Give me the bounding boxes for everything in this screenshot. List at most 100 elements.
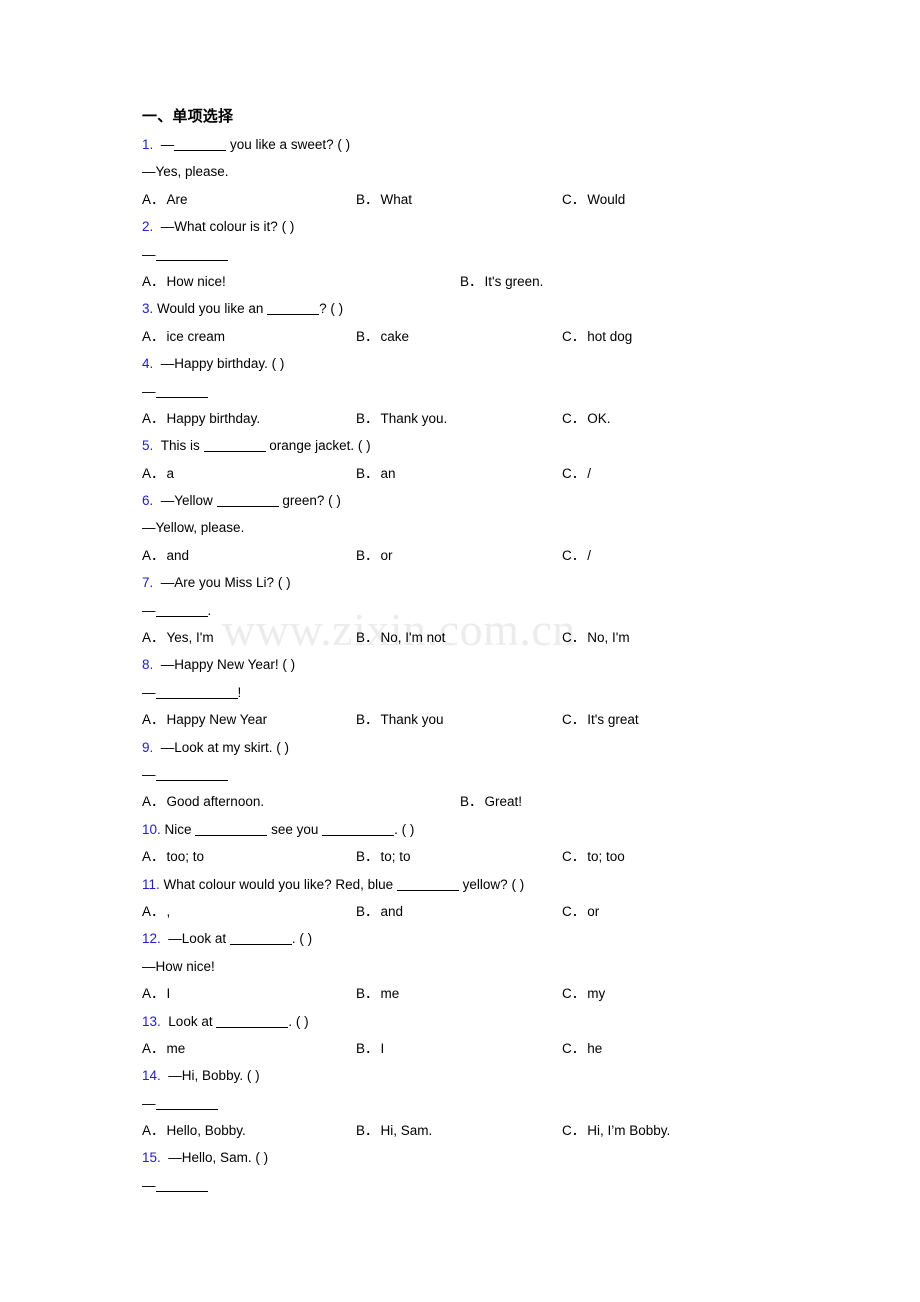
- option-a[interactable]: A． Happy New Year: [142, 706, 267, 733]
- question-number: 10.: [142, 821, 161, 837]
- question-reply: —: [142, 761, 842, 788]
- option-c[interactable]: C． /: [562, 460, 591, 487]
- option-c[interactable]: C． It's great: [562, 706, 639, 733]
- stem-prefix: —Happy birthday. ( ): [160, 356, 285, 372]
- option-b[interactable]: B． or: [356, 542, 393, 569]
- answer-blank: [195, 834, 268, 836]
- options-row: A． Are B． What C． Would: [142, 186, 842, 213]
- option-c-label: C．: [562, 712, 586, 728]
- option-c-label: C．: [562, 986, 586, 1002]
- question-block: 11. What colour would you like? Red, blu…: [142, 871, 842, 926]
- option-b-text: or: [380, 547, 393, 563]
- option-a[interactable]: A． a: [142, 460, 174, 487]
- option-a[interactable]: A．,: [142, 898, 170, 925]
- question-number: 7.: [142, 575, 154, 591]
- stem-prefix: —Look at my skirt. ( ): [160, 739, 290, 755]
- option-b[interactable]: B． an: [356, 460, 396, 487]
- option-b-label: B．: [356, 547, 379, 563]
- option-b-text: Thank you.: [380, 410, 448, 426]
- document-page: www.zixin.com.cn 一、单项选择 1. — you like a …: [0, 0, 920, 1302]
- question-reply: —Yellow, please.: [142, 520, 245, 536]
- option-a-label: A．: [142, 1123, 165, 1139]
- answer-blank: [216, 1026, 289, 1028]
- option-c[interactable]: C． my: [562, 980, 605, 1007]
- option-a[interactable]: A． me: [142, 1035, 185, 1062]
- question-block: 14. —Hi, Bobby. ( ) — A． Hello, Bobby. B．…: [142, 1062, 842, 1144]
- question-number: 5.: [142, 438, 154, 454]
- option-a[interactable]: A． Yes, I'm: [142, 624, 214, 651]
- option-c-label: C．: [562, 1123, 586, 1139]
- options-row: A． ice cream B． cake C． hot dog: [142, 323, 842, 350]
- option-b-text: cake: [380, 328, 410, 344]
- option-a[interactable]: A． ice cream: [142, 323, 225, 350]
- option-c-text: my: [587, 986, 606, 1002]
- stem-suffix: yellow? ( ): [458, 876, 525, 892]
- question-number: 15.: [142, 1150, 161, 1166]
- options-row: A． me B． I C． he: [142, 1035, 842, 1062]
- option-c[interactable]: C． to; too: [562, 843, 625, 870]
- option-b[interactable]: B． Hi, Sam.: [356, 1117, 432, 1144]
- option-b-text: Thank you: [380, 712, 444, 728]
- option-a[interactable]: A． I: [142, 980, 170, 1007]
- option-a-text: Happy birthday.: [166, 410, 261, 426]
- option-b-text: and: [380, 903, 404, 919]
- option-a[interactable]: A． too; to: [142, 843, 204, 870]
- option-a[interactable]: A． Happy birthday.: [142, 405, 260, 432]
- option-a-text: Good afternoon.: [166, 794, 265, 810]
- answer-blank: [203, 451, 266, 453]
- option-a[interactable]: A． Are: [142, 186, 188, 213]
- option-a-label: A．: [142, 903, 165, 919]
- option-b-text: What: [380, 191, 413, 207]
- option-b-text: Hi, Sam.: [380, 1123, 433, 1139]
- option-c[interactable]: C． or: [562, 898, 599, 925]
- option-c[interactable]: C． hot dog: [562, 323, 632, 350]
- option-c[interactable]: C． he: [562, 1035, 602, 1062]
- option-c[interactable]: C． Hi, I’m Bobby.: [562, 1117, 670, 1144]
- option-b[interactable]: B． cake: [356, 323, 409, 350]
- options-row: A． How nice! B． It's green.: [142, 268, 842, 295]
- option-b[interactable]: B． Great!: [460, 788, 522, 815]
- option-c[interactable]: C． Would: [562, 186, 625, 213]
- option-b[interactable]: B． What: [356, 186, 412, 213]
- option-a-label: A．: [142, 794, 165, 810]
- option-a[interactable]: A． Hello, Bobby.: [142, 1117, 246, 1144]
- option-b-text: No, I'm not: [380, 630, 446, 646]
- question-block: 10. Nice see you . ( ) A． too; to B． to; t…: [142, 816, 842, 871]
- option-b[interactable]: B． Thank you: [356, 706, 444, 733]
- option-a-label: A．: [142, 1040, 165, 1056]
- question-block: 5. This is orange jacket. ( ) A． a B． an C…: [142, 432, 842, 487]
- option-b-label: B．: [356, 191, 379, 207]
- option-b[interactable]: B． Thank you.: [356, 405, 447, 432]
- option-c[interactable]: C． OK.: [562, 405, 611, 432]
- option-a[interactable]: A． How nice!: [142, 268, 226, 295]
- option-c-text: No, I'm: [587, 630, 630, 646]
- option-b[interactable]: B． and: [356, 898, 403, 925]
- stem-prefix: This is: [160, 438, 204, 454]
- reply-dash: —: [142, 383, 156, 399]
- question-stem: 3. Would you like an ? ( ): [142, 295, 842, 322]
- question-reply: —: [142, 1172, 842, 1199]
- option-b[interactable]: B． to; to: [356, 843, 411, 870]
- option-b-text: It's green.: [484, 273, 544, 289]
- option-a-text: a: [166, 465, 175, 481]
- option-c-text: It's great: [587, 712, 639, 728]
- option-c-label: C．: [562, 849, 586, 865]
- option-b[interactable]: B． I: [356, 1035, 384, 1062]
- section-heading: 一、单项选择: [142, 108, 234, 125]
- question-stem: 8. —Happy New Year! ( ): [142, 651, 842, 678]
- option-c-text: hot dog: [587, 328, 633, 344]
- stem-prefix: —Look at: [168, 931, 230, 947]
- stem-suffix: you like a sweet? ( ): [226, 137, 351, 152]
- option-c[interactable]: C． /: [562, 542, 591, 569]
- option-b[interactable]: B． me: [356, 980, 399, 1007]
- option-a-text: How nice!: [166, 273, 226, 289]
- option-b[interactable]: B． It's green.: [460, 268, 543, 295]
- option-c[interactable]: C． No, I'm: [562, 624, 630, 651]
- option-a[interactable]: A． Good afternoon.: [142, 788, 264, 815]
- option-c-label: C．: [562, 547, 586, 563]
- option-a-text: me: [166, 1040, 186, 1056]
- option-b[interactable]: B． No, I'm not: [356, 624, 445, 651]
- options-row: A． too; to B． to; to C． to; too: [142, 843, 842, 870]
- stem-prefix: —Are you Miss Li? ( ): [160, 575, 291, 591]
- option-a[interactable]: A． and: [142, 542, 189, 569]
